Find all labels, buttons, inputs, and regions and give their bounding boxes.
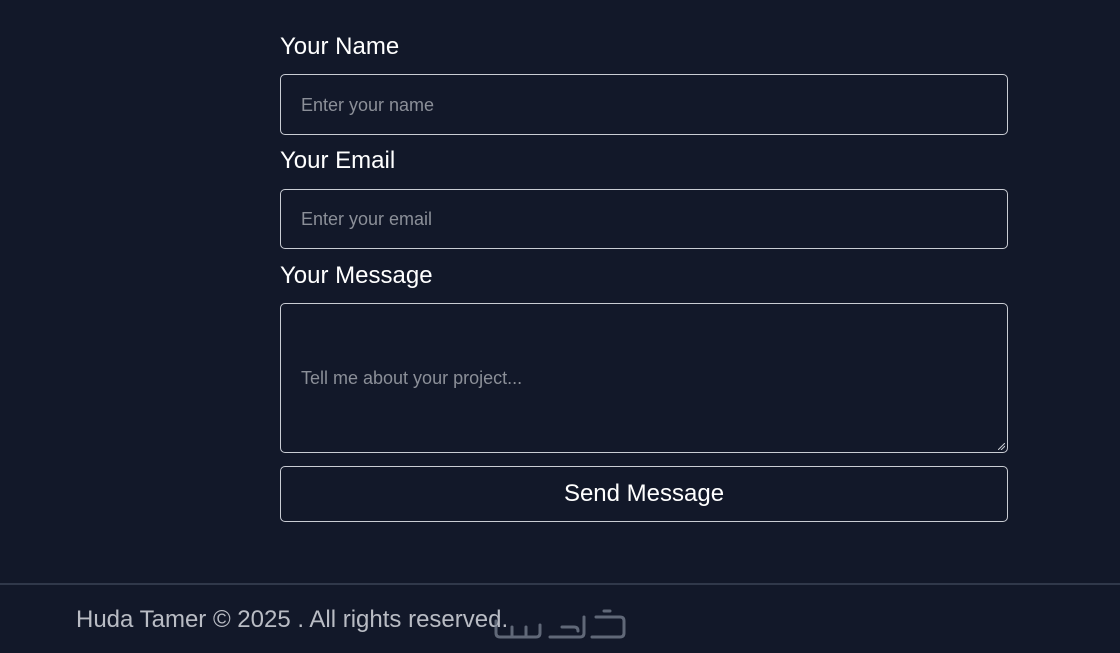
footer: Huda Tamer © 2025 . All rights reserved. bbox=[0, 583, 1120, 653]
send-message-button[interactable]: Send Message bbox=[280, 466, 1008, 522]
message-placeholder: Tell me about your project... bbox=[301, 368, 523, 388]
message-label: Your Message bbox=[280, 262, 433, 289]
copyright-text: Huda Tamer © 2025 . All rights reserved. bbox=[76, 606, 509, 633]
resize-handle-icon[interactable] bbox=[998, 443, 1005, 450]
email-placeholder: Enter your email bbox=[301, 209, 433, 229]
email-input[interactable]: Enter your email bbox=[280, 189, 1008, 249]
name-placeholder: Enter your name bbox=[301, 95, 435, 115]
email-label: Your Email bbox=[280, 147, 396, 174]
name-label: Your Name bbox=[280, 33, 400, 60]
name-input[interactable]: Enter your name bbox=[280, 74, 1008, 135]
watermark-logo bbox=[494, 609, 626, 639]
message-textarea[interactable]: Tell me about your project... bbox=[280, 303, 1008, 453]
